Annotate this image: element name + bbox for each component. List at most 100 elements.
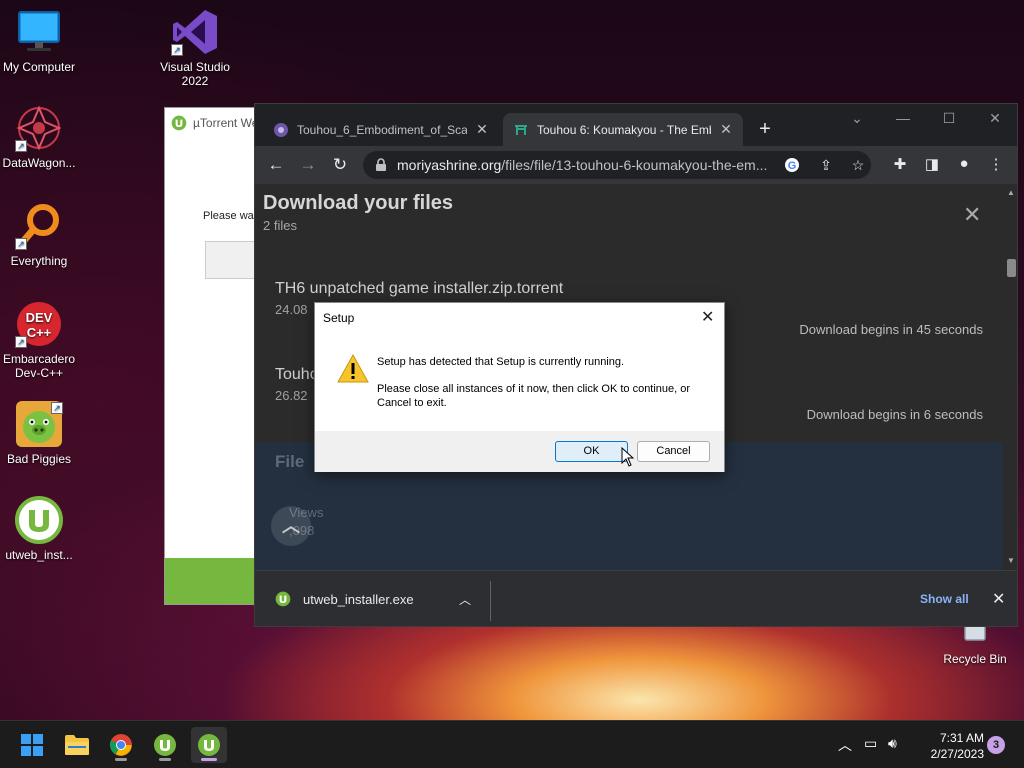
start-button[interactable]	[14, 727, 50, 763]
chevron-up-icon[interactable]: ︿	[459, 591, 471, 608]
clock-time: 7:31 AM	[939, 731, 984, 745]
dialog-button-bar: OK Cancel	[315, 431, 724, 472]
scroll-to-top-button[interactable]: ︿	[271, 506, 311, 546]
tab-touhou-6-embodiment[interactable]: Touhou_6_Embodiment_of_Scarle ✕	[263, 113, 499, 146]
desktop-icon-label: Recycle Bin	[943, 652, 1007, 666]
utorrent-taskbar-button[interactable]	[147, 727, 183, 763]
shortcut-arrow-icon: ↗	[15, 336, 27, 348]
utorrent-footer	[165, 558, 263, 604]
tab-label: Touhou 6: Koumakyou - The Emb	[537, 122, 711, 137]
desktop-icon-devcpp[interactable]: DEV C++ ↗ Embarcadero Dev-C++	[0, 300, 78, 380]
monitor-icon	[15, 8, 63, 56]
side-panel-icon[interactable]: ◨	[921, 155, 943, 173]
tab-label: Touhou_6_Embodiment_of_Scarle	[297, 122, 467, 137]
network-icon[interactable]: ▭	[864, 735, 877, 752]
scroll-down-arrow-icon[interactable]: ▼	[1007, 556, 1015, 565]
download-item[interactable]: utweb_installer.exe	[275, 591, 414, 607]
dialog-instructions: Please close all instances of it now, th…	[377, 383, 691, 409]
download-status: Download begins in 6 seconds	[806, 407, 983, 422]
desktop-icon-my-computer[interactable]: My Computer	[0, 8, 78, 74]
bookmark-star-icon[interactable]: ☆	[849, 157, 867, 174]
site-favicon-icon	[515, 124, 527, 135]
chrome-taskbar-button[interactable]	[103, 727, 139, 763]
tab-search-chevron-icon[interactable]: ⌄	[841, 110, 873, 127]
tab-close-icon[interactable]: ✕	[719, 121, 733, 138]
utorrent-icon	[171, 115, 187, 131]
devcpp-icon: DEV C++ ↗	[15, 300, 63, 348]
visual-studio-icon: ↗	[171, 8, 219, 56]
share-icon[interactable]: ⇪	[817, 157, 835, 174]
desktop-icon-datawagon[interactable]: ↗ DataWagon...	[0, 104, 78, 170]
close-icon[interactable]: ✕	[963, 202, 981, 228]
address-bar[interactable]: moriyashrine.org/files/file/13-touhou-6-…	[363, 151, 871, 179]
desktop-icon-label: Embarcadero Dev-C++	[2, 352, 76, 380]
utorrent-web-window[interactable]: µTorrent We Please wai	[164, 107, 264, 605]
reload-button[interactable]: ↻	[329, 155, 351, 175]
tab-close-icon[interactable]: ✕	[475, 121, 489, 138]
shortcut-arrow-icon: ↗	[15, 140, 27, 152]
back-button[interactable]: ←	[265, 155, 287, 175]
cancel-button[interactable]: Cancel	[637, 441, 710, 462]
lock-icon	[376, 158, 386, 171]
desktop-icon-bad-piggies[interactable]: ↗ Bad Piggies	[0, 400, 78, 466]
taskbar: ︿ ▭ 🔊︎ 7:31 AM 2/27/2023 3	[0, 720, 1024, 768]
dialog-close-icon[interactable]: ✕	[701, 307, 714, 327]
utorrent-icon	[198, 734, 220, 756]
volume-icon[interactable]: 🔊︎	[888, 735, 897, 752]
desktop-icon-visual-studio[interactable]: ↗ Visual Studio 2022	[156, 8, 234, 88]
active-indicator	[201, 758, 217, 761]
utorrent-title-text: µTorrent We	[193, 116, 259, 130]
minimize-button[interactable]: —	[887, 110, 919, 126]
chrome-logo-icon	[109, 734, 132, 756]
desktop-icon-utweb-installer[interactable]: utweb_inst...	[0, 496, 78, 562]
site-favicon-icon	[274, 122, 288, 137]
desktop-icon-label: utweb_inst...	[5, 548, 73, 562]
file-name[interactable]: Touho	[275, 366, 319, 384]
setup-dialog[interactable]: Setup ✕ Setup has detected that Setup is…	[314, 302, 725, 472]
ok-button[interactable]: OK	[555, 441, 628, 462]
tab-touhou-6-koumakyou[interactable]: Touhou 6: Koumakyou - The Emb ✕	[503, 113, 743, 146]
windows-logo-icon	[21, 734, 43, 756]
scroll-thumb[interactable]	[1007, 259, 1016, 277]
browser-toolbar: ← → ↻ moriyashrine.org/files/file/13-tou…	[255, 146, 1017, 184]
desktop-icon-everything[interactable]: ↗ Everything	[0, 202, 78, 268]
page-title: Download your files	[263, 192, 454, 214]
file-explorer-button[interactable]	[59, 727, 95, 763]
download-shelf: utweb_installer.exe ︿ Show all ✕	[255, 570, 1017, 626]
desktop-icon-label: DataWagon...	[2, 156, 76, 170]
show-hidden-icons-chevron[interactable]: ︿	[838, 735, 852, 755]
file-size: 24.08	[275, 302, 308, 317]
close-shelf-icon[interactable]: ✕	[992, 589, 1005, 609]
google-lens-icon[interactable]: G	[783, 157, 801, 176]
chrome-menu-icon[interactable]: ⋮	[985, 155, 1007, 173]
bad-piggies-icon: ↗	[15, 400, 63, 448]
new-tab-button[interactable]: +	[753, 118, 777, 141]
forward-button[interactable]: →	[297, 155, 319, 175]
utorrent-icon	[275, 591, 291, 607]
tab-strip: Touhou_6_Embodiment_of_Scarle ✕ Touhou 6…	[255, 104, 1017, 146]
url-path: /files/file/13-touhou-6-koumakyou-the-em…	[501, 157, 768, 173]
utorrent-icon	[15, 496, 63, 544]
system-clock[interactable]: 7:31 AM 2/27/2023	[912, 730, 984, 762]
running-indicator	[159, 758, 171, 761]
scroll-up-arrow-icon[interactable]: ▲	[1007, 188, 1015, 197]
datawagon-icon: ↗	[15, 104, 63, 152]
extensions-puzzle-icon[interactable]: ✚	[889, 155, 911, 173]
notification-badge[interactable]: 3	[987, 736, 1005, 754]
desktop-icon-label: Visual Studio 2022	[160, 60, 230, 88]
show-all-link[interactable]: Show all	[920, 592, 969, 606]
shortcut-arrow-icon: ↗	[15, 238, 27, 250]
warning-icon	[337, 353, 369, 383]
setup-taskbar-button[interactable]	[191, 727, 227, 763]
page-scrollbar[interactable]: ▲ ▼	[1003, 184, 1017, 570]
dialog-title: Setup	[323, 311, 355, 325]
running-indicator	[115, 758, 127, 761]
close-window-button[interactable]: ✕	[979, 110, 1011, 127]
utorrent-icon	[154, 734, 176, 756]
desktop-icon-label: Everything	[10, 254, 68, 268]
svg-text:G: G	[788, 160, 797, 172]
profile-avatar-icon[interactable]: ●	[953, 155, 975, 172]
folder-icon	[65, 735, 89, 755]
file-name[interactable]: TH6 unpatched game installer.zip.torrent	[275, 280, 563, 298]
maximize-button[interactable]: ☐	[933, 110, 965, 127]
